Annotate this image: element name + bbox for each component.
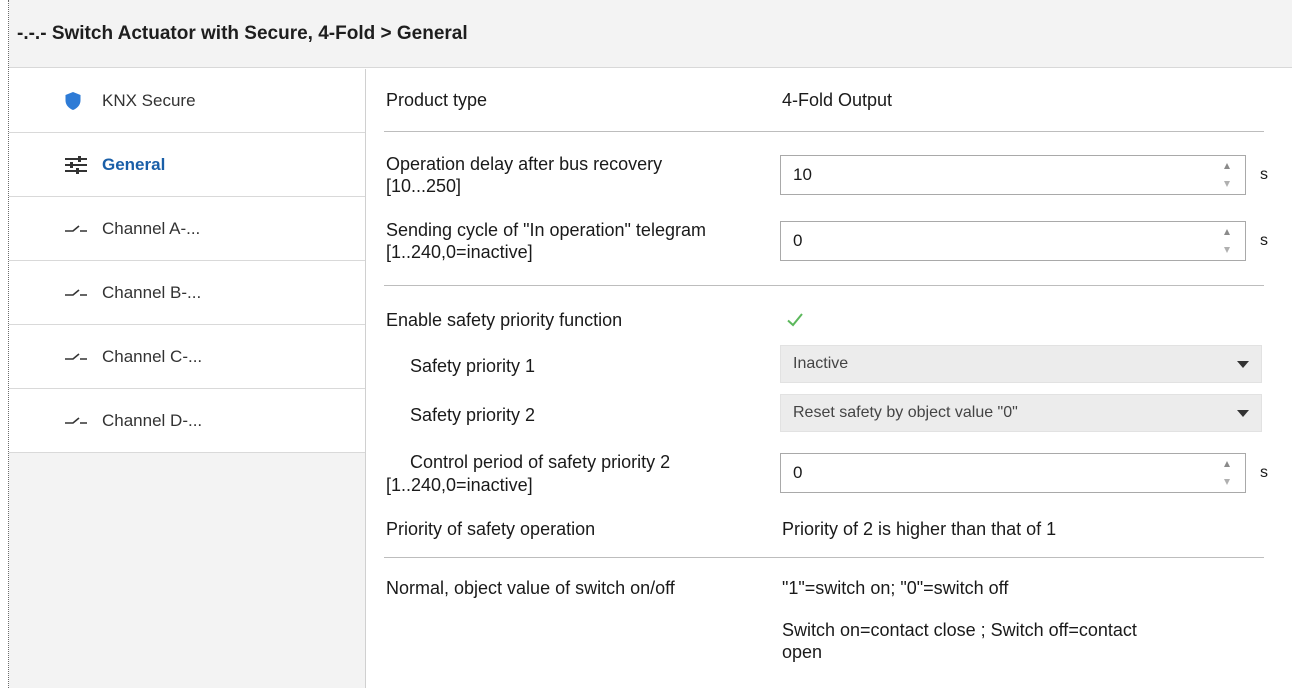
sidebar-item-channel-a[interactable]: Channel A-... [9,197,365,261]
sidebar-nav: KNX Secure General Channel A-... Channel… [9,69,365,453]
enable-safety-label: Enable safety priority function [386,310,623,330]
sending-cycle-label: Sending cycle of "In operation" telegram [386,220,706,240]
safety-priority-1-value: Inactive [793,355,849,372]
spin-down-icon[interactable] [1224,247,1230,253]
sidebar-item-channel-c[interactable]: Channel C-... [9,325,365,389]
sending-cycle-unit: s [1260,232,1268,249]
sidebar-item-knx-secure[interactable]: KNX Secure [9,69,365,133]
switch-contact-icon [64,351,94,363]
operation-delay-range: [10...250] [386,176,462,196]
priority-operation-label: Priority of safety operation [386,519,596,539]
normal-object-note-cont: open [782,642,823,662]
sidebar-item-label: Channel C-... [102,346,203,366]
priority-operation-value: Priority of 2 is higher than that of 1 [782,519,1057,539]
control-period-unit: s [1260,464,1268,481]
spin-up-icon[interactable] [1224,163,1230,169]
normal-object-label: Normal, object value of switch on/off [386,578,675,598]
separator [384,131,1264,132]
control-period-spinbox[interactable]: 0 [780,453,1246,493]
sending-cycle-value: 0 [793,231,803,250]
normal-object-value: "1"=switch on; "0"=switch off [782,578,1009,598]
separator [384,557,1264,558]
switch-contact-icon [64,415,94,427]
window-title-bar: -.-.- Switch Actuator with Secure, 4-Fol… [9,0,1292,68]
switch-contact-icon [64,223,94,235]
normal-object-note: Switch on=contact close ; Switch off=con… [782,620,1137,640]
spin-arrows[interactable] [1219,163,1235,187]
operation-delay-spinbox[interactable]: 10 [780,155,1246,195]
sidebar-item-label: KNX Secure [102,90,196,110]
safety-priority-2-label: Safety priority 2 [410,405,536,425]
safety-priority-2-value: Reset safety by object value "0" [793,404,1018,421]
sidebar: KNX Secure General Channel A-... Channel… [9,69,366,688]
window-title: -.-.- Switch Actuator with Secure, 4-Fol… [17,22,468,44]
control-period-range: [1..240,0=inactive] [386,475,533,495]
sidebar-item-general[interactable]: General [9,133,365,197]
sidebar-item-label: Channel D-... [102,410,203,430]
sidebar-item-label: Channel A-... [102,218,201,238]
parameter-panel: Product type 4-Fold Output Operation del… [372,69,1292,688]
operation-delay-unit: s [1260,166,1268,183]
safety-priority-1-label: Safety priority 1 [410,356,536,376]
chevron-down-icon [1237,409,1249,417]
control-period-label: Control period of safety priority 2 [410,452,671,472]
shield-icon [64,91,94,111]
sidebar-item-label: Channel B-... [102,282,202,302]
enable-safety-checkbox[interactable] [784,309,806,331]
sliders-icon [64,155,94,175]
spin-arrows[interactable] [1219,461,1235,485]
sidebar-item-channel-d[interactable]: Channel D-... [9,389,365,453]
sending-cycle-spinbox[interactable]: 0 [780,221,1246,261]
sending-cycle-range: [1..240,0=inactive] [386,242,533,262]
sidebar-item-channel-b[interactable]: Channel B-... [9,261,365,325]
product-type-value: 4-Fold Output [782,90,893,110]
checkmark-icon [787,313,803,327]
spin-arrows[interactable] [1219,229,1235,253]
operation-delay-value: 10 [793,165,812,184]
spin-up-icon[interactable] [1224,229,1230,235]
safety-priority-2-select[interactable]: Reset safety by object value "0" [780,394,1262,432]
product-type-label: Product type [386,90,488,110]
safety-priority-1-select[interactable]: Inactive [780,345,1262,383]
spin-down-icon[interactable] [1224,181,1230,187]
control-period-value: 0 [793,463,803,482]
separator [384,285,1264,286]
spin-up-icon[interactable] [1224,461,1230,467]
chevron-down-icon [1237,360,1249,368]
operation-delay-label: Operation delay after bus recovery [386,154,663,174]
sidebar-item-label: General [102,154,166,174]
switch-contact-icon [64,287,94,299]
spin-down-icon[interactable] [1224,479,1230,485]
